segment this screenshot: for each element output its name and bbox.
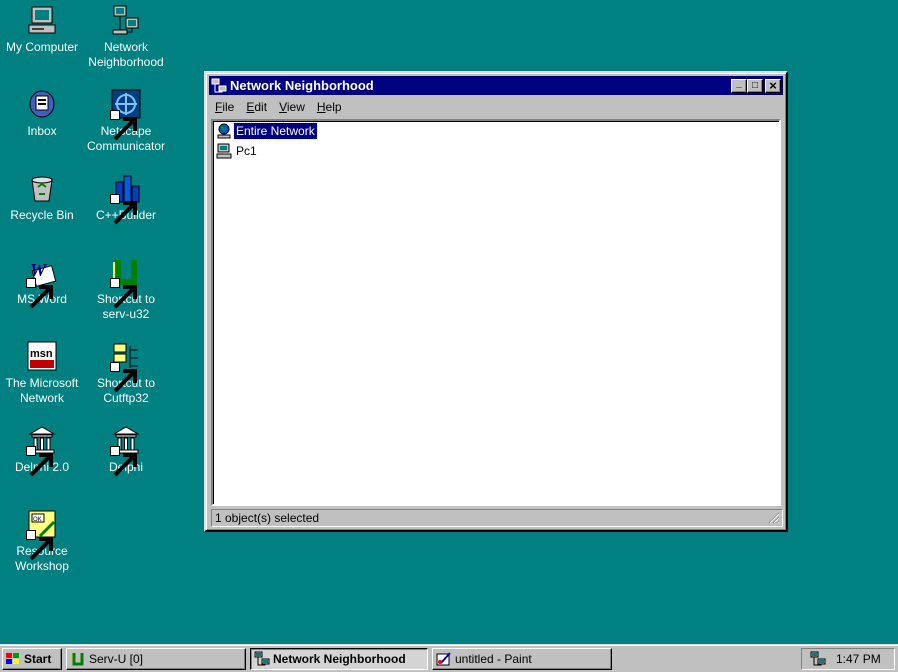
desktop-icon-my-computer[interactable]: My Computer (0, 4, 84, 55)
svg-text:W: W (30, 260, 48, 280)
svg-text:OK: OK (33, 517, 42, 523)
maximize-button[interactable]: □ (747, 78, 763, 93)
minimize-button[interactable]: _ (731, 78, 747, 93)
desktop-icon-cppbuilder[interactable]: C++Builder (84, 172, 168, 225)
shortcut-arrow-icon (110, 362, 137, 393)
network-neighborhood-icon (211, 78, 227, 92)
globe-network-icon (217, 123, 231, 139)
desktop-icon-cuteftp[interactable]: Shortcut to Cutftp32 (84, 340, 168, 406)
menu-file[interactable]: File (209, 100, 240, 114)
network-neighborhood-icon (254, 651, 270, 666)
desktop-icon-resource-workshop[interactable]: OK Resource Workshop (0, 508, 84, 574)
resource-workshop-icon: OK (26, 508, 58, 561)
msn-icon: msn (26, 340, 58, 372)
network-tray-icon[interactable] (810, 651, 826, 667)
desktop-icon-delphi-2[interactable]: Delphi 2.0 (0, 424, 84, 477)
shortcut-arrow-icon (110, 110, 137, 141)
menu-bar: File Edit View Help (209, 97, 783, 117)
desktop-icon-inbox[interactable]: Inbox (0, 88, 84, 139)
servu-icon (110, 256, 142, 309)
maximize-icon: □ (751, 79, 759, 91)
svg-text:msn: msn (30, 348, 53, 360)
desktop-icon-recycle-bin[interactable]: Recycle Bin (0, 172, 84, 223)
windows-logo-icon (6, 653, 19, 664)
shortcut-arrow-icon (26, 278, 53, 309)
close-icon: × (769, 77, 777, 93)
menu-help[interactable]: Help (311, 100, 348, 114)
delphi-icon (26, 424, 58, 477)
desktop-icon-microsoft-network[interactable]: msn The Microsoft Network (0, 340, 84, 406)
menu-view[interactable]: View (273, 100, 311, 114)
delphi-icon (110, 424, 142, 477)
shortcut-arrow-icon (110, 446, 137, 477)
status-text: 1 object(s) selected (215, 511, 320, 525)
menu-edit[interactable]: Edit (240, 100, 273, 114)
status-bar: 1 object(s) selected (211, 509, 783, 527)
shortcut-arrow-icon (26, 530, 53, 561)
network-neighborhood-window[interactable]: Network Neighborhood _ □ × File Edit Vie… (204, 71, 788, 532)
servu-icon (71, 653, 84, 666)
close-button[interactable]: × (765, 77, 781, 93)
window-title-bar[interactable]: Network Neighborhood _ □ × (209, 76, 783, 95)
recycle-bin-icon (26, 172, 58, 204)
task-servu[interactable]: Serv-U [0] (66, 648, 246, 670)
computer-icon (216, 143, 232, 159)
clock[interactable]: 1:47 PM (836, 652, 881, 666)
shortcut-arrow-icon (110, 194, 137, 225)
cppbuilder-icon (110, 172, 142, 225)
desktop-icon-servu[interactable]: Shortcut to serv-u32 (84, 256, 168, 322)
desktop-icon-ms-word[interactable]: W MS Word (0, 256, 84, 309)
desktop-icon-delphi[interactable]: Delphi (84, 424, 168, 477)
ms-word-icon: W (26, 256, 58, 309)
taskbar: Start Serv-U [0] Network Neighborhood un… (0, 644, 898, 672)
netscape-icon (110, 88, 142, 141)
window-title: Network Neighborhood (230, 78, 374, 93)
list-item-entire-network[interactable]: Entire Network (216, 122, 318, 140)
shortcut-arrow-icon (110, 278, 137, 309)
file-list-pane[interactable]: Entire Network Pc1 (211, 119, 781, 506)
task-paint[interactable]: untitled - Paint (432, 648, 612, 670)
list-item-pc1[interactable]: Pc1 (216, 142, 259, 160)
shortcut-arrow-icon (26, 446, 53, 477)
minimize-icon: _ (736, 78, 742, 89)
desktop-icon-network-neighborhood[interactable]: Network Neighborhood (84, 4, 168, 70)
resize-grip-icon[interactable] (768, 512, 780, 524)
paint-icon (436, 652, 451, 666)
inbox-icon (26, 88, 58, 120)
network-neighborhood-icon (110, 4, 142, 36)
desktop-icon-netscape[interactable]: Netscape Communicator (84, 88, 168, 154)
system-tray: 1:47 PM (801, 648, 895, 670)
cuteftp-icon (110, 340, 142, 393)
task-network-neighborhood[interactable]: Network Neighborhood (250, 648, 428, 670)
start-button[interactable]: Start (2, 648, 62, 670)
my-computer-icon (26, 4, 58, 36)
